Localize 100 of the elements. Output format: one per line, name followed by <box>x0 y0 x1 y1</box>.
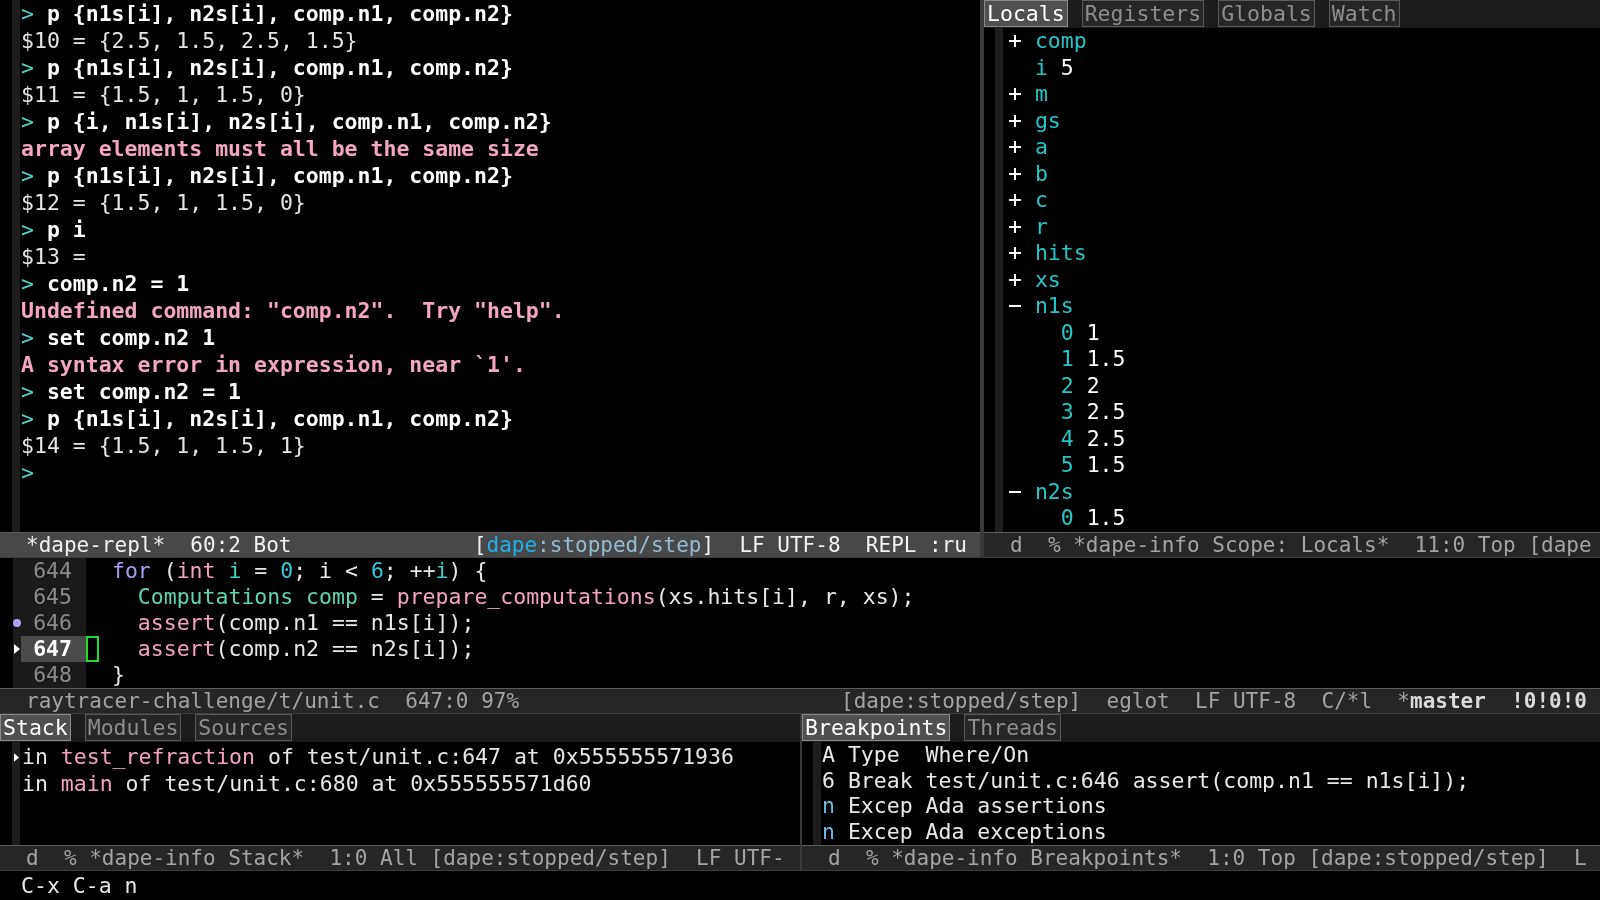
mode-line-text: eglot <box>1106 689 1170 713</box>
tab[interactable]: Threads <box>964 714 1061 741</box>
repl-error-message: array elements must all be the same size <box>21 135 539 162</box>
mode-line-text: % *dape-info Stack* <box>63 846 305 870</box>
variable-name: 2 <box>1060 372 1074 399</box>
plus-icon[interactable] <box>1009 141 1022 154</box>
mode-line-text: REPL :ru <box>865 533 967 557</box>
repl-command: > p i <box>21 216 86 243</box>
variable-name: xs <box>1034 266 1061 293</box>
variable-value: 2.5 <box>1086 425 1126 452</box>
variable-value: 1.5 <box>1086 505 1126 532</box>
minus-icon[interactable] <box>1009 490 1022 493</box>
repl-output: $12 = {1.5, 1, 1.5, 0} <box>21 189 306 216</box>
plus-icon[interactable] <box>1009 114 1022 127</box>
tab[interactable]: Registers <box>1081 0 1205 27</box>
tab[interactable]: Modules <box>84 714 182 741</box>
code-line: assert(comp.n1 == n1s[i]); <box>137 610 475 636</box>
variable-name: n1s <box>1034 293 1074 320</box>
table-cell: n <box>822 793 835 819</box>
plus-icon[interactable] <box>1009 167 1022 180</box>
table-cell: Excep <box>847 818 913 844</box>
repl-output: $14 = {1.5, 1, 1.5, 1} <box>21 432 306 459</box>
repl-command: > p {n1s[i], n2s[i], comp.n1, comp.n2} <box>21 405 513 432</box>
mode-line-text: *master <box>1397 689 1486 713</box>
table-cell: Break <box>847 767 913 793</box>
variable-name: a <box>1034 134 1048 161</box>
variable-name: i <box>1034 54 1048 81</box>
plus-icon[interactable] <box>1009 35 1022 48</box>
code-line: for (int i = 0; i < 6; ++i) { <box>111 558 488 584</box>
minus-icon[interactable] <box>1009 305 1022 308</box>
variable-name: 5 <box>1060 452 1074 479</box>
variable-name: m <box>1034 81 1048 108</box>
variable-name: 0 <box>1060 505 1074 532</box>
line-number: 645 <box>32 584 73 610</box>
table-cell: Excep <box>847 793 913 819</box>
plus-icon[interactable] <box>1009 88 1022 101</box>
repl-command: > p {i, n1s[i], n2s[i], comp.n1, comp.n2} <box>21 108 552 135</box>
tab[interactable]: Stack <box>0 714 71 741</box>
tab[interactable]: Breakpoints <box>802 714 951 741</box>
tab[interactable]: Globals <box>1218 0 1315 27</box>
mode-line-text: 11:0 Top [dape <box>1414 533 1592 557</box>
variable-value: 1.5 <box>1086 346 1126 373</box>
plus-icon[interactable] <box>1009 194 1022 207</box>
mode-line-text: d <box>828 846 841 870</box>
table-cell-text: Ada exceptions <box>925 818 1108 844</box>
plus-icon[interactable] <box>1009 273 1022 286</box>
mode-line-text: !0!0!0 <box>1511 689 1587 713</box>
table-cell: test/unit.c:646 assert(comp.n1 == n1s[i]); <box>925 767 1470 793</box>
variable-name: b <box>1034 160 1048 187</box>
plus-icon[interactable] <box>1009 247 1022 260</box>
mode-line-text: LF UTF-8 <box>1195 689 1297 713</box>
mode-line-text: % *dape-info Breakpoints* <box>865 846 1182 870</box>
variable-name: 3 <box>1060 399 1074 426</box>
repl-command: > set comp.n2 1 <box>21 324 216 351</box>
variable-name: hits <box>1034 240 1087 267</box>
variable-name: gs <box>1034 107 1061 134</box>
tab[interactable]: Watch <box>1328 0 1400 27</box>
breakpoint-dot-icon[interactable] <box>13 619 21 627</box>
variable-name: c <box>1034 187 1048 214</box>
tab[interactable]: Locals <box>984 0 1068 27</box>
repl-command: > p {n1s[i], n2s[i], comp.n1, comp.n2} <box>21 54 513 81</box>
repl-output: $13 = <box>21 243 86 270</box>
mode-line-text: [dape:stopped/step] <box>473 533 715 557</box>
mode-line-text: LF UTF- <box>696 846 785 870</box>
repl-command: > set comp.n2 = 1 <box>21 378 242 405</box>
repl-command: > comp.n2 = 1 <box>21 270 190 297</box>
mode-line-text: [dape:stopped/step] <box>841 689 1082 713</box>
repl-error-message: Undefined command: "comp.n2". Try "help". <box>21 297 565 324</box>
mode-line-text: d <box>26 846 39 870</box>
stack-frame[interactable]: in test_refraction of test/unit.c:647 at 0x555555571936 <box>22 744 734 771</box>
stack-frame[interactable]: in main of test/unit.c:680 at 0x555555571d60 <box>22 770 592 797</box>
mode-line-text: 647:0 97% <box>405 689 520 713</box>
repl-error-message: A syntax error in expression, near `1'. <box>21 351 526 378</box>
mode-line-text: % *dape-info Scope: Locals* <box>1047 533 1390 557</box>
table-cell: 6 <box>822 767 835 793</box>
column-header: A <box>822 742 835 768</box>
mode-line-text: L <box>1573 846 1587 870</box>
variable-value: 2 <box>1086 372 1100 399</box>
plus-icon[interactable] <box>1009 220 1022 233</box>
variable-name: n2s <box>1034 478 1074 505</box>
line-number: 646 <box>32 610 73 636</box>
table-cell: n <box>822 818 835 844</box>
mode-line-text: LF UTF-8 <box>739 533 841 557</box>
mode-line-text: 60:2 Bot <box>190 533 292 557</box>
tab[interactable]: Sources <box>195 714 292 741</box>
mode-line-text: C/*l <box>1321 689 1373 713</box>
mode-line-text: d <box>1010 533 1023 557</box>
repl-command: > p {n1s[i], n2s[i], comp.n1, comp.n2} <box>21 162 513 189</box>
repl-output: $10 = {2.5, 1.5, 2.5, 1.5} <box>21 27 358 54</box>
repl-command: > p {n1s[i], n2s[i], comp.n1, comp.n2} <box>21 0 513 27</box>
mode-line-text: *dape-repl* <box>26 533 166 557</box>
variable-name: 1 <box>1060 346 1074 373</box>
variable-name: 0 <box>1060 319 1074 346</box>
code-line: assert(comp.n2 == n2s[i]); <box>137 636 475 662</box>
table-cell-text: Ada assertions <box>925 793 1108 819</box>
column-header: Where/On <box>925 742 1031 768</box>
variable-name: r <box>1034 213 1048 240</box>
repl-prompt: > <box>21 459 34 486</box>
line-number: 647 <box>21 636 86 662</box>
mode-line-text: 1:0 All [dape:stopped/step] <box>329 846 671 870</box>
